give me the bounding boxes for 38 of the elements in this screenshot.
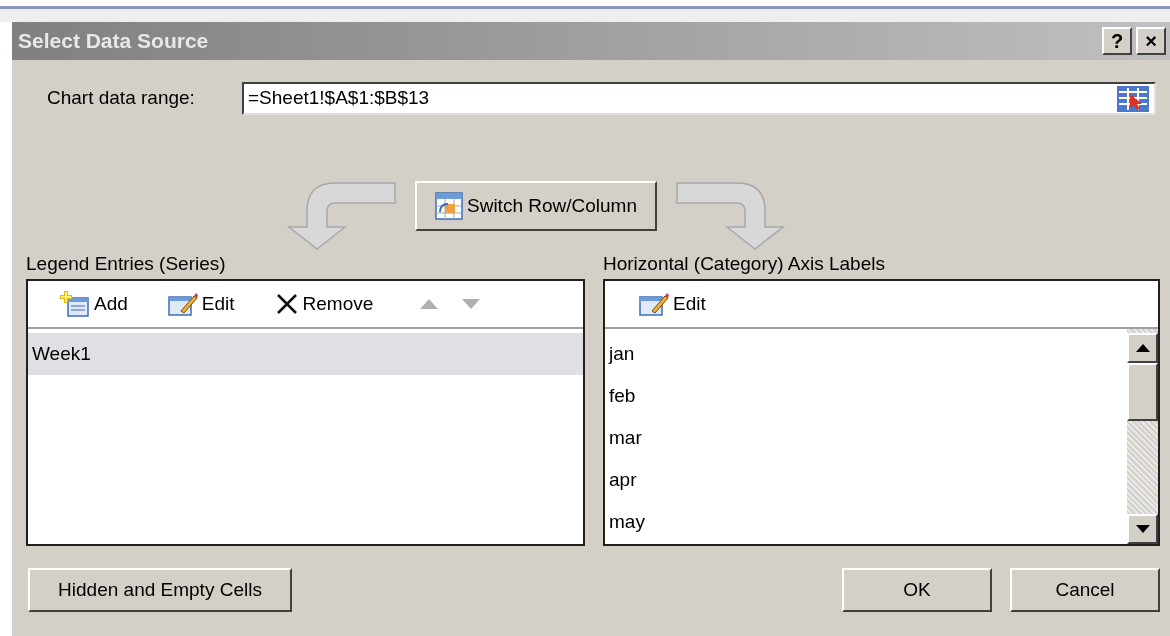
cancel-button[interactable]: Cancel xyxy=(1010,568,1160,612)
remove-button[interactable]: Remove xyxy=(274,289,374,319)
up-arrow-icon xyxy=(419,298,440,310)
add-icon xyxy=(60,290,90,318)
list-item[interactable]: Week1 xyxy=(28,333,583,375)
help-button[interactable]: ? xyxy=(1102,27,1132,55)
scrollbar[interactable] xyxy=(1127,329,1158,544)
edit-icon xyxy=(167,291,198,317)
close-button[interactable]: × xyxy=(1136,27,1166,55)
list-item[interactable]: mar xyxy=(605,417,1127,459)
list-item[interactable]: apr xyxy=(605,459,1127,501)
list-item[interactable]: feb xyxy=(605,375,1127,417)
range-value: =Sheet1!$A$1:$B$13 xyxy=(248,86,430,111)
close-icon xyxy=(274,292,299,316)
section-label: Legend Entries (Series) xyxy=(26,253,227,275)
edit-button[interactable]: Edit xyxy=(167,289,235,319)
field-label: Chart data range: xyxy=(47,86,196,111)
hidden-button[interactable]: Hidden and Empty Cells xyxy=(28,568,292,612)
list-item[interactable]: may xyxy=(605,501,1127,543)
range-picker-icon[interactable] xyxy=(1116,84,1150,113)
section-label: Horizontal (Category) Axis Labels xyxy=(603,253,886,275)
add-button[interactable]: Add xyxy=(60,289,128,319)
ok-button[interactable]: OK xyxy=(842,568,992,612)
scroll-thumb[interactable] xyxy=(1127,363,1158,421)
edit-button[interactable]: Edit xyxy=(639,289,706,319)
scroll-up-button[interactable] xyxy=(1127,333,1158,363)
range-field[interactable]: =Sheet1!$A$1:$B$13 xyxy=(242,82,1156,115)
window-title: Select Data Source xyxy=(18,28,209,55)
down-arrow-icon xyxy=(461,298,482,310)
list-item[interactable]: jan xyxy=(605,333,1127,375)
curved-arrow-icon xyxy=(287,181,397,251)
switch-button[interactable]: Switch Row/Column xyxy=(415,181,657,231)
curved-arrow-icon xyxy=(675,181,785,251)
switch-icon xyxy=(435,192,463,220)
edit-icon xyxy=(639,291,669,317)
down-arrow-icon xyxy=(1135,525,1150,533)
up-arrow-icon xyxy=(1135,344,1150,352)
scroll-down-button[interactable] xyxy=(1127,514,1158,544)
